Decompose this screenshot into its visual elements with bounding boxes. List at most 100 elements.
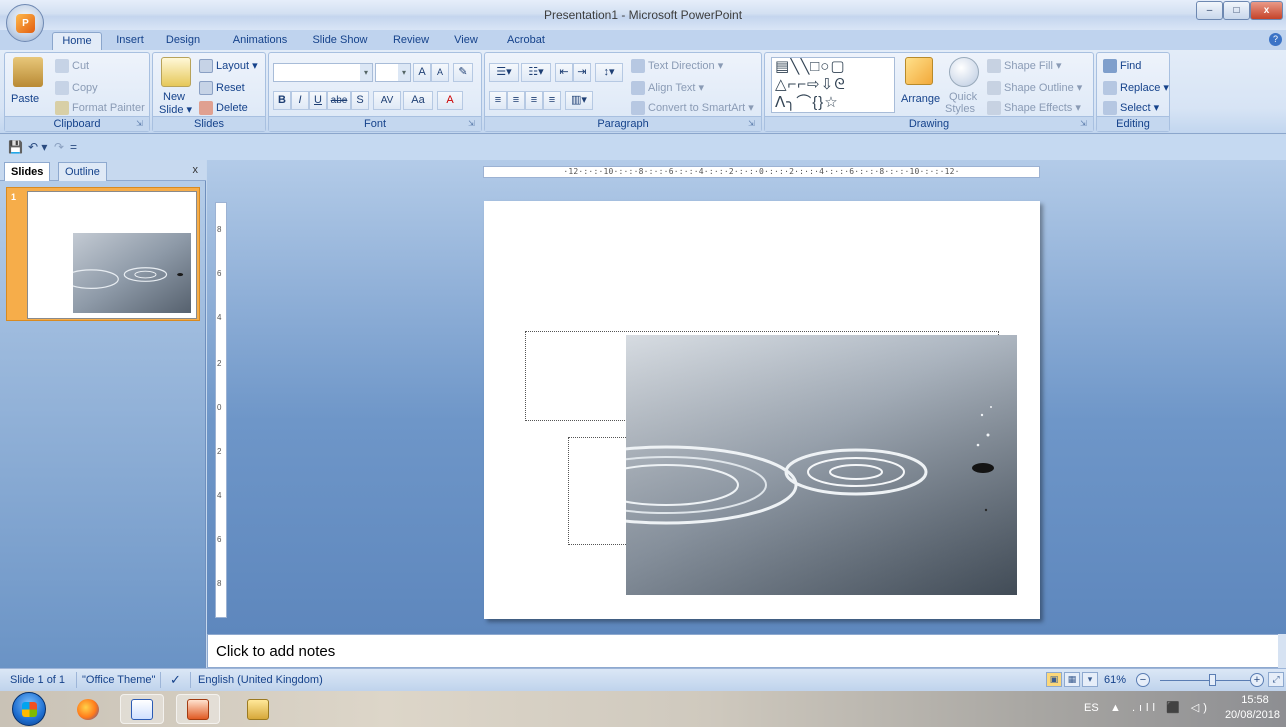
columns-icon[interactable]: ▥▾: [565, 91, 593, 110]
language-indicator[interactable]: ES: [1084, 702, 1099, 714]
format-painter-button[interactable]: Format Painter: [55, 101, 145, 115]
new-slide-icon[interactable]: [161, 57, 191, 87]
zoom-slider-thumb[interactable]: [1209, 674, 1216, 686]
arrange-icon[interactable]: [905, 57, 933, 85]
line-spacing-icon[interactable]: ↕▾: [595, 63, 623, 82]
tab-animations[interactable]: Animations: [226, 32, 294, 50]
text-direction-button[interactable]: Text Direction ▾: [631, 59, 723, 74]
firefox-taskbar-item[interactable]: [66, 694, 110, 724]
office-button[interactable]: P: [6, 4, 44, 42]
chevron-down-icon[interactable]: ▾: [398, 64, 410, 81]
quick-styles-label[interactable]: Quick: [949, 91, 977, 103]
italic-button[interactable]: I: [291, 91, 309, 110]
notes-pane[interactable]: Click to add notes: [207, 634, 1279, 668]
undo-icon[interactable]: ↶ ▾: [28, 140, 47, 154]
slide-editing-area[interactable]: ·12·:·:·10·:·:·8·:·:·6·:·:·4·:·:·2·:·:·0…: [207, 160, 1286, 634]
word-taskbar-item[interactable]: [120, 694, 164, 724]
shapes-gallery[interactable]: ▤╲╲□○▢ △⌐⌐⇨⇩ᘓ ⴷ╮⌒{}☆: [771, 57, 895, 113]
tab-view[interactable]: View: [448, 32, 484, 50]
subtitle-placeholder[interactable]: [568, 437, 628, 545]
tray-icons[interactable]: ▲ .ıll ⬛ ◁): [1110, 701, 1211, 714]
shape-outline-button[interactable]: Shape Outline ▾: [987, 81, 1082, 96]
tab-insert[interactable]: Insert: [108, 32, 152, 50]
save-icon[interactable]: 💾: [8, 140, 23, 154]
pane-close-icon[interactable]: x: [193, 164, 199, 176]
notes-scrollbar[interactable]: [1278, 634, 1286, 668]
paste-icon[interactable]: [13, 57, 43, 87]
quick-styles-label-2[interactable]: Styles: [945, 103, 975, 115]
explorer-taskbar-item[interactable]: [236, 694, 280, 724]
new-slide-dropdown[interactable]: Slide ▾: [159, 103, 192, 116]
powerpoint-taskbar-item[interactable]: [176, 694, 220, 724]
replace-button[interactable]: Replace ▾: [1103, 81, 1169, 96]
language-indicator[interactable]: English (United Kingdom): [198, 674, 323, 686]
decrease-indent-icon[interactable]: ⇤: [555, 63, 573, 82]
tab-home[interactable]: Home: [52, 32, 102, 50]
align-center-icon[interactable]: ≡: [507, 91, 525, 110]
new-slide-label[interactable]: New: [163, 91, 185, 103]
underline-button[interactable]: U: [309, 91, 327, 110]
convert-smartart-button[interactable]: Convert to SmartArt ▾: [631, 101, 754, 116]
slide-canvas[interactable]: [484, 201, 1040, 619]
help-icon[interactable]: ?: [1269, 33, 1282, 46]
paste-button[interactable]: Paste: [11, 93, 39, 105]
spellcheck-icon[interactable]: ✓: [170, 672, 181, 688]
maximize-button[interactable]: □: [1223, 1, 1250, 20]
strikethrough-button[interactable]: abe: [327, 91, 351, 110]
shrink-font-button[interactable]: A: [431, 63, 449, 82]
slide-sorter-icon[interactable]: ▦: [1064, 672, 1080, 687]
zoom-in-icon[interactable]: +: [1250, 673, 1264, 687]
delete-button[interactable]: Delete: [199, 101, 248, 115]
shape-effects-button[interactable]: Shape Effects ▾: [987, 101, 1081, 116]
reset-button[interactable]: Reset: [199, 81, 245, 95]
start-button[interactable]: [12, 692, 46, 726]
clock-time[interactable]: 15:58: [1230, 694, 1280, 706]
clear-formatting-icon[interactable]: ✎: [453, 63, 473, 82]
layout-button[interactable]: Layout ▾: [199, 59, 258, 74]
bold-button[interactable]: B: [273, 91, 291, 110]
shadow-button[interactable]: S: [351, 91, 369, 110]
shapes-row-2[interactable]: △⌐⌐⇨⇩ᘓ: [775, 76, 894, 94]
tab-design[interactable]: Design: [158, 32, 208, 50]
zoom-slider-track[interactable]: [1160, 680, 1252, 681]
change-case-button[interactable]: Aa: [403, 91, 433, 110]
redo-icon[interactable]: ↷: [54, 140, 64, 154]
shape-fill-button[interactable]: Shape Fill ▾: [987, 59, 1062, 74]
close-button[interactable]: x: [1250, 1, 1283, 20]
slide-show-icon[interactable]: ▾: [1082, 672, 1098, 687]
chevron-down-icon[interactable]: ▾: [360, 64, 372, 81]
align-right-icon[interactable]: ≡: [525, 91, 543, 110]
grow-font-button[interactable]: A: [413, 63, 431, 82]
zoom-out-icon[interactable]: −: [1136, 673, 1150, 687]
zoom-level[interactable]: 61%: [1104, 674, 1126, 686]
dialog-launcher-icon[interactable]: ⇲: [468, 119, 478, 129]
font-color-button[interactable]: A: [437, 91, 463, 110]
tab-acrobat[interactable]: Acrobat: [502, 32, 550, 50]
fit-to-window-icon[interactable]: ⤢: [1268, 672, 1284, 687]
tab-outline[interactable]: Outline: [58, 162, 107, 181]
slide-thumbnail-1[interactable]: 1: [6, 187, 200, 321]
justify-icon[interactable]: ≡: [543, 91, 561, 110]
align-text-button[interactable]: Align Text ▾: [631, 81, 704, 96]
bullets-icon[interactable]: ☰▾: [489, 63, 519, 82]
select-button[interactable]: Select ▾: [1103, 101, 1159, 116]
numbering-icon[interactable]: ☷▾: [521, 63, 551, 82]
increase-indent-icon[interactable]: ⇥: [573, 63, 591, 82]
character-spacing-button[interactable]: AV: [373, 91, 401, 110]
arrange-button[interactable]: Arrange: [901, 93, 940, 105]
minimize-button[interactable]: –: [1196, 1, 1223, 20]
tab-slides[interactable]: Slides: [4, 162, 51, 181]
notes-placeholder[interactable]: Click to add notes: [216, 643, 335, 660]
quick-styles-icon[interactable]: [949, 57, 979, 87]
normal-view-icon[interactable]: ▣: [1046, 672, 1062, 687]
cut-button[interactable]: Cut: [55, 59, 89, 73]
tab-review[interactable]: Review: [388, 32, 434, 50]
dialog-launcher-icon[interactable]: ⇲: [748, 119, 758, 129]
tab-slide-show[interactable]: Slide Show: [306, 32, 374, 50]
customize-qat-icon[interactable]: =: [70, 140, 77, 154]
water-droplet-image[interactable]: [626, 335, 1017, 595]
dialog-launcher-icon[interactable]: ⇲: [1080, 119, 1090, 129]
shapes-row-3[interactable]: ⴷ╮⌒{}☆: [775, 94, 894, 112]
copy-button[interactable]: Copy: [55, 81, 98, 95]
shapes-row-1[interactable]: ▤╲╲□○▢: [775, 58, 894, 76]
